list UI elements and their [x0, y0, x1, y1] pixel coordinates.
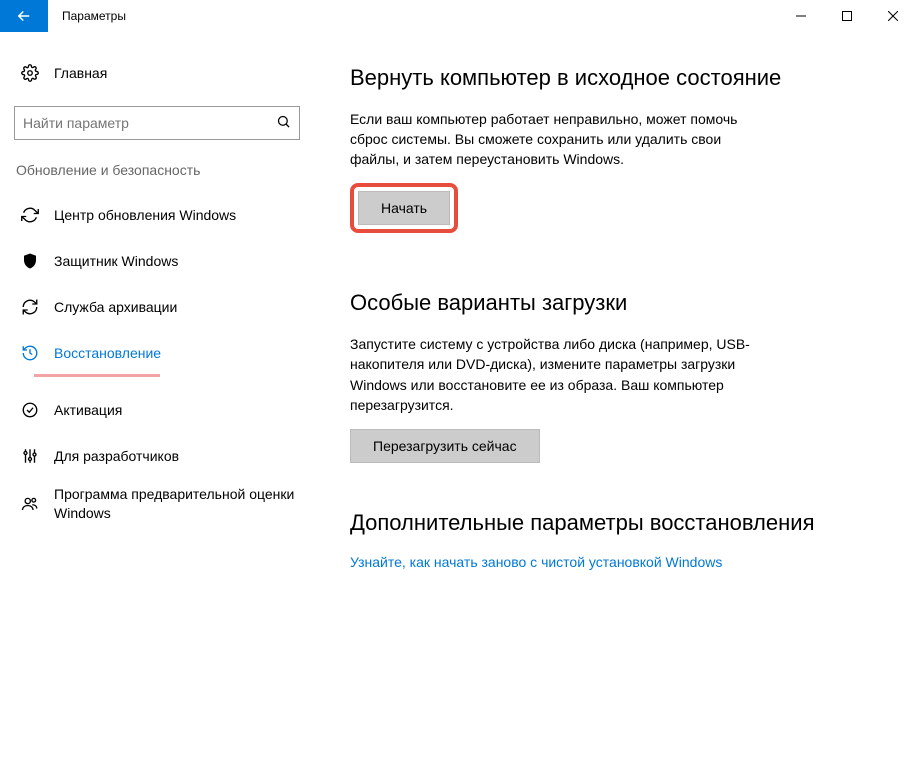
home-label: Главная: [44, 65, 107, 81]
search-icon: [276, 114, 291, 133]
home-button[interactable]: Главная: [14, 52, 300, 94]
search-input[interactable]: [23, 115, 276, 131]
arrow-left-icon: [15, 7, 33, 25]
back-button[interactable]: [0, 0, 48, 32]
window-controls: [778, 0, 916, 32]
sync-icon: [16, 206, 44, 224]
people-icon: [16, 495, 44, 513]
shield-icon: [16, 252, 44, 270]
reset-heading: Вернуть компьютер в исходное состояние: [350, 64, 876, 93]
section-reset: Вернуть компьютер в исходное состояние Е…: [350, 64, 876, 243]
maximize-button[interactable]: [824, 0, 870, 32]
sidebar-item-label: Активация: [44, 401, 122, 420]
restart-now-button[interactable]: Перезагрузить сейчас: [350, 429, 540, 463]
sidebar-item-defender[interactable]: Защитник Windows: [14, 238, 300, 284]
sidebar-item-label: Восстановление: [44, 344, 161, 363]
section-more-recovery: Дополнительные параметры восстановления …: [350, 509, 876, 570]
titlebar: Параметры: [0, 0, 916, 32]
minimize-button[interactable]: [778, 0, 824, 32]
annotation-highlight: Начать: [350, 183, 458, 233]
check-circle-icon: [16, 401, 44, 419]
section-advanced-startup: Особые варианты загрузки Запустите систе…: [350, 289, 876, 463]
history-icon: [16, 344, 44, 362]
reset-description: Если ваш компьютер работает неправильно,…: [350, 109, 770, 170]
sidebar: Главная Обновление и безопасность Центр …: [0, 52, 320, 777]
sidebar-item-recovery[interactable]: Восстановление: [14, 330, 300, 376]
close-button[interactable]: [870, 0, 916, 32]
advanced-startup-description: Запустите систему с устройства либо диск…: [350, 334, 770, 415]
sidebar-item-label: Для разработчиков: [44, 447, 179, 466]
sidebar-item-label: Служба архивации: [44, 298, 177, 317]
main-content: Вернуть компьютер в исходное состояние Е…: [320, 52, 916, 777]
window-title: Параметры: [48, 0, 778, 32]
reset-start-button[interactable]: Начать: [358, 191, 450, 225]
more-recovery-heading: Дополнительные параметры восстановления: [350, 509, 876, 538]
sidebar-item-developers[interactable]: Для разработчиков: [14, 433, 300, 479]
gear-icon: [16, 64, 44, 82]
fresh-start-link[interactable]: Узнайте, как начать заново с чистой уста…: [350, 554, 876, 570]
sidebar-item-windows-update[interactable]: Центр обновления Windows: [14, 192, 300, 238]
sliders-icon: [16, 447, 44, 465]
sidebar-item-label: Программа предварительной оценки Windows: [44, 485, 298, 523]
advanced-startup-heading: Особые варианты загрузки: [350, 289, 876, 318]
search-box[interactable]: [14, 106, 300, 140]
sidebar-item-label: Центр обновления Windows: [44, 206, 236, 225]
sidebar-item-backup[interactable]: Служба архивации: [14, 284, 300, 330]
category-header: Обновление и безопасность: [14, 162, 300, 178]
sidebar-item-label: Защитник Windows: [44, 252, 178, 271]
sidebar-item-activation[interactable]: Активация: [14, 387, 300, 433]
refresh-icon: [16, 298, 44, 316]
sidebar-item-insider[interactable]: Программа предварительной оценки Windows: [14, 479, 300, 529]
